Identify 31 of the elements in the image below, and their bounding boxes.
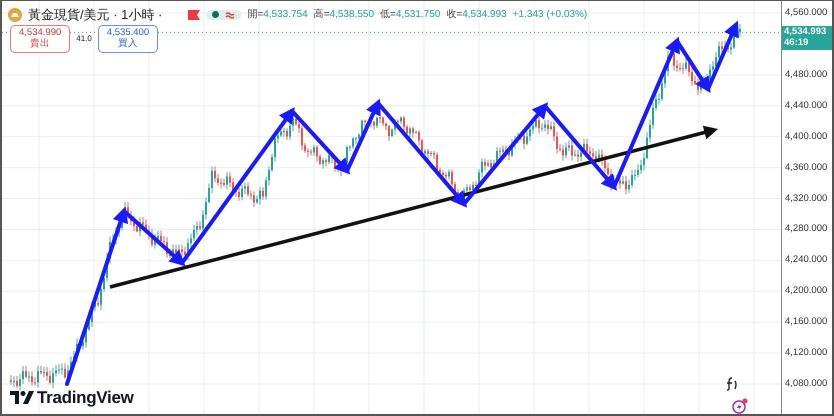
ohlc-value: 高=4,538.550 bbox=[314, 8, 374, 22]
price-tick-label: 4,080.000 bbox=[785, 379, 828, 389]
price-tick-label: 4,120.000 bbox=[785, 348, 828, 358]
price-tick-label: 4,480.000 bbox=[785, 70, 828, 80]
approx-icon bbox=[225, 10, 236, 19]
price-tick-label: 4,240.000 bbox=[785, 255, 828, 265]
last-price-label: 4,534.993 46:19 bbox=[782, 26, 832, 50]
price-tick-label: 4,280.000 bbox=[785, 224, 828, 234]
spread-value: 41.0 bbox=[76, 32, 92, 45]
price-tick-label: 4,440.000 bbox=[785, 100, 828, 110]
price-tick-label: 4,400.000 bbox=[785, 132, 828, 142]
sell-button[interactable]: 4,534.990 賣出 bbox=[10, 25, 70, 53]
price-tick-label: 4,560.000 bbox=[785, 8, 828, 18]
coin-icon bbox=[8, 8, 22, 22]
flag-icon[interactable] bbox=[188, 10, 200, 20]
price-change: +1.343 (+0.03%) bbox=[512, 8, 588, 22]
ohlc-value: 低=4,531.750 bbox=[380, 8, 440, 22]
status-pill[interactable] bbox=[206, 10, 242, 20]
status-dot-icon bbox=[212, 11, 220, 18]
price-tick-label: 4,200.000 bbox=[785, 286, 828, 296]
lightning-icon[interactable] bbox=[732, 398, 748, 414]
symbol-title[interactable]: 黃金現貨/美元 · 1小時 · bbox=[28, 5, 162, 24]
buy-button[interactable]: 4,535.400 買入 bbox=[98, 25, 158, 53]
price-tick-label: 4,360.000 bbox=[785, 162, 828, 172]
price-tick-label: 4,320.000 bbox=[785, 194, 828, 204]
ohlc-value: 收=4,534.993 bbox=[446, 8, 507, 22]
ohlc-value: 開=4,533.754 bbox=[247, 8, 308, 22]
function-icon[interactable] bbox=[725, 377, 739, 391]
price-tick-label: 4,160.000 bbox=[785, 317, 828, 327]
logo-icon bbox=[10, 390, 34, 404]
logo-wordmark: TradingView bbox=[37, 386, 134, 409]
